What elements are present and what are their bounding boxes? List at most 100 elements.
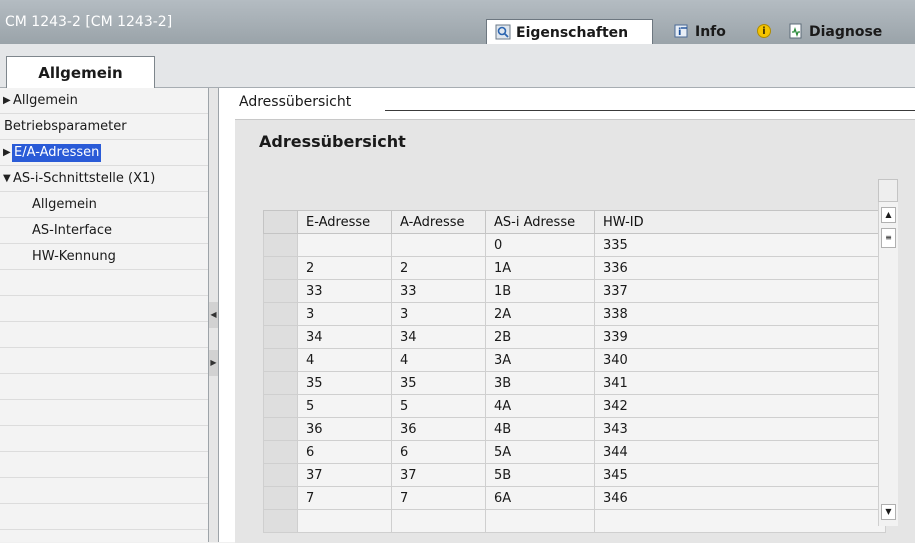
table-cell[interactable]: 336 (594, 256, 886, 280)
table-cell[interactable]: 335 (594, 233, 886, 257)
table-cell[interactable]: 345 (594, 463, 886, 487)
table-cell[interactable]: 1A (485, 256, 595, 280)
table-cell[interactable]: 2 (391, 256, 486, 280)
table-header-corner (878, 179, 898, 202)
table-cell[interactable]: 6A (485, 486, 595, 510)
row-header[interactable] (263, 463, 298, 487)
table-cell[interactable]: 5B (485, 463, 595, 487)
table-row[interactable]: 7 7 6A 346 (263, 486, 886, 510)
collapse-left-icon[interactable]: ◀ (209, 302, 218, 328)
row-header[interactable] (263, 440, 298, 464)
table-cell[interactable]: 337 (594, 279, 886, 303)
table-row[interactable]: 3 3 2A 338 (263, 302, 886, 326)
tab-properties[interactable]: Eigenschaften (486, 19, 653, 45)
row-header[interactable] (263, 417, 298, 441)
nav-splitter[interactable]: ◀ ▶ (208, 88, 219, 542)
table-cell[interactable]: 1B (485, 279, 595, 303)
table-cell[interactable]: 342 (594, 394, 886, 418)
nav-item-hw-id[interactable]: HW-Kennung (0, 244, 208, 270)
column-header[interactable]: HW-ID (594, 210, 886, 234)
table-cell[interactable]: 35 (297, 371, 392, 395)
table-row[interactable]: 0 335 (263, 233, 886, 257)
tab-info[interactable]: i Info (666, 19, 754, 45)
table-cell[interactable]: 6 (297, 440, 392, 464)
table-cell[interactable]: 344 (594, 440, 886, 464)
column-header[interactable]: A-Adresse (391, 210, 486, 234)
table-cell[interactable]: 5 (391, 394, 486, 418)
table-cell (297, 509, 392, 533)
table-cell[interactable]: 2A (485, 302, 595, 326)
table-cell[interactable]: 341 (594, 371, 886, 395)
table-row[interactable]: 33 33 1B 337 (263, 279, 886, 303)
scroll-up-icon[interactable]: ▲ (881, 207, 896, 223)
table-cell[interactable]: 2B (485, 325, 595, 349)
table-cell[interactable]: 340 (594, 348, 886, 372)
scrollbar-thumb[interactable]: ≡ (881, 228, 896, 248)
table-cell[interactable]: 4A (485, 394, 595, 418)
table-cell[interactable]: 343 (594, 417, 886, 441)
scroll-down-icon[interactable]: ▼ (881, 504, 896, 520)
table-cell[interactable]: 37 (297, 463, 392, 487)
section-divider (385, 110, 915, 111)
expand-right-icon[interactable]: ▶ (209, 350, 218, 376)
table-cell[interactable]: 4 (391, 348, 486, 372)
table-cell[interactable]: 339 (594, 325, 886, 349)
table-row[interactable]: 34 34 2B 339 (263, 325, 886, 349)
table-cell[interactable] (391, 233, 486, 257)
tab-diagnostics[interactable]: Diagnose (780, 19, 900, 45)
row-header[interactable] (263, 394, 298, 418)
table-cell[interactable]: 35 (391, 371, 486, 395)
table-row[interactable]: 6 6 5A 344 (263, 440, 886, 464)
nav-item-operating-params[interactable]: Betriebsparameter (0, 114, 208, 140)
table-cell[interactable]: 4B (485, 417, 595, 441)
table-cell[interactable]: 346 (594, 486, 886, 510)
table-row[interactable]: 36 36 4B 343 (263, 417, 886, 441)
table-cell[interactable]: 4 (297, 348, 392, 372)
column-header[interactable]: E-Adresse (297, 210, 392, 234)
table-cell[interactable]: 33 (391, 279, 486, 303)
column-header[interactable]: AS-i Adresse (485, 210, 595, 234)
table-cell[interactable]: 5 (297, 394, 392, 418)
expand-arrow-icon[interactable]: ▶ (3, 88, 13, 114)
table-cell[interactable] (297, 233, 392, 257)
table-cell[interactable]: 3A (485, 348, 595, 372)
table-cell[interactable]: 34 (391, 325, 486, 349)
table-row[interactable]: 37 37 5B 345 (263, 463, 886, 487)
row-header[interactable] (263, 325, 298, 349)
table-cell[interactable]: 3B (485, 371, 595, 395)
tab-properties-label: Eigenschaften (516, 25, 629, 41)
row-header[interactable] (263, 279, 298, 303)
row-header[interactable] (263, 348, 298, 372)
table-row[interactable]: 35 35 3B 341 (263, 371, 886, 395)
table-cell[interactable]: 7 (297, 486, 392, 510)
table-row[interactable]: 5 5 4A 342 (263, 394, 886, 418)
row-header[interactable] (263, 233, 298, 257)
collapse-arrow-icon[interactable]: ▼ (3, 166, 13, 192)
table-cell[interactable]: 2 (297, 256, 392, 280)
table-cell[interactable]: 33 (297, 279, 392, 303)
row-header[interactable] (263, 302, 298, 326)
nav-item-asi-interface-settings[interactable]: AS-Interface (0, 218, 208, 244)
nav-item-io-addresses[interactable]: ▶ E/A-Adressen (0, 140, 208, 166)
table-cell[interactable]: 3 (391, 302, 486, 326)
table-cell[interactable]: 6 (391, 440, 486, 464)
table-cell[interactable]: 37 (391, 463, 486, 487)
table-cell[interactable]: 34 (297, 325, 392, 349)
row-header[interactable] (263, 486, 298, 510)
table-row[interactable]: 2 2 1A 336 (263, 256, 886, 280)
row-header[interactable] (263, 256, 298, 280)
table-cell[interactable]: 36 (391, 417, 486, 441)
table-cell[interactable]: 7 (391, 486, 486, 510)
table-vertical-scrollbar[interactable]: ▲ ≡ ▼ (878, 202, 898, 526)
table-row[interactable]: 4 4 3A 340 (263, 348, 886, 372)
nav-item-asi-general[interactable]: Allgemein (0, 192, 208, 218)
nav-item-general[interactable]: ▶ Allgemein (0, 88, 208, 114)
table-cell[interactable]: 3 (297, 302, 392, 326)
row-header[interactable] (263, 371, 298, 395)
table-cell[interactable]: 5A (485, 440, 595, 464)
table-cell[interactable]: 0 (485, 233, 595, 257)
nav-item-asi-interface[interactable]: ▼ AS-i-Schnittstelle (X1) (0, 166, 208, 192)
tab-general[interactable]: Allgemein (6, 56, 155, 88)
table-cell[interactable]: 338 (594, 302, 886, 326)
table-cell[interactable]: 36 (297, 417, 392, 441)
